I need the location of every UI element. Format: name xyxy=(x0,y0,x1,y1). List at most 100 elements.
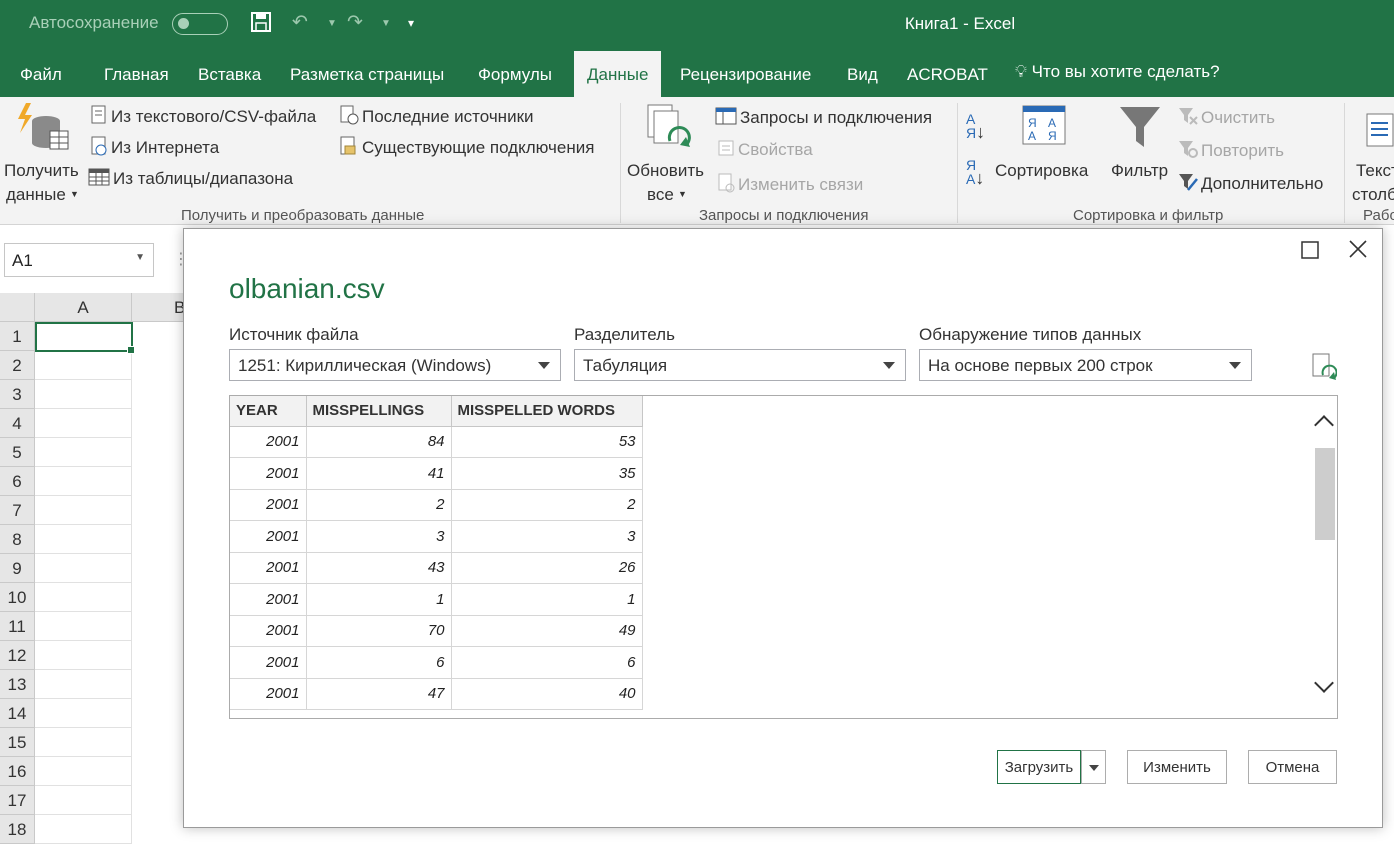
sheet-cell[interactable] xyxy=(35,409,132,438)
queries-connections-button[interactable]: Запросы и подключения xyxy=(715,106,932,131)
sheet-cell[interactable] xyxy=(35,699,132,728)
sheet-cell[interactable] xyxy=(35,583,132,612)
text-columns-label-1: Текст xyxy=(1356,161,1394,180)
refresh-all-button[interactable]: Обновить все ▼ xyxy=(626,103,712,204)
text-to-columns-button[interactable]: Текст столб xyxy=(1350,103,1394,203)
from-web-button[interactable]: Из Интернета xyxy=(90,136,219,161)
sheet-cell[interactable] xyxy=(35,496,132,525)
row-header[interactable]: 4 xyxy=(0,409,35,438)
row-header[interactable]: 13 xyxy=(0,670,35,699)
tab-page-layout[interactable]: Разметка страницы xyxy=(290,65,444,85)
row-header[interactable]: 6 xyxy=(0,467,35,496)
name-box[interactable]: A1 ▼ xyxy=(4,243,154,277)
row-header[interactable]: 2 xyxy=(0,351,35,380)
row-header[interactable]: 10 xyxy=(0,583,35,612)
row-header[interactable]: 5 xyxy=(0,438,35,467)
autosave-label: Автосохранение xyxy=(29,13,159,32)
maximize-icon[interactable] xyxy=(1301,238,1319,266)
table-cell: 6 xyxy=(451,646,643,679)
row-header[interactable]: 11 xyxy=(0,612,35,641)
edit-links-button[interactable]: Изменить связи xyxy=(717,173,863,198)
table-cell: 2001 xyxy=(230,646,307,679)
redo-icon[interactable]: ↷ xyxy=(347,11,363,34)
select-all-corner[interactable] xyxy=(0,293,35,322)
from-table-button[interactable]: Из таблицы/диапазона xyxy=(88,167,293,192)
tab-home[interactable]: Главная xyxy=(104,65,169,85)
sheet-cell[interactable] xyxy=(35,612,132,641)
scroll-down-icon[interactable] xyxy=(1314,673,1334,693)
tab-insert[interactable]: Вставка xyxy=(198,65,261,85)
sheet-cell[interactable] xyxy=(35,351,132,380)
row-header[interactable]: 17 xyxy=(0,786,35,815)
row-header[interactable]: 15 xyxy=(0,728,35,757)
sheet-cell[interactable] xyxy=(35,467,132,496)
close-icon[interactable] xyxy=(1348,238,1368,266)
row-header[interactable]: 14 xyxy=(0,699,35,728)
row-header[interactable]: 12 xyxy=(0,641,35,670)
existing-connections-button[interactable]: Существующие подключения xyxy=(339,136,594,161)
row-header[interactable]: 16 xyxy=(0,757,35,786)
edit-button[interactable]: Изменить xyxy=(1127,750,1227,784)
advanced-filter-button[interactable]: Дополнительно xyxy=(1178,173,1323,196)
vertical-scrollbar[interactable] xyxy=(1311,396,1337,718)
row-header[interactable]: 7 xyxy=(0,496,35,525)
sheet-cell[interactable] xyxy=(35,728,132,757)
sheet-cell[interactable] xyxy=(35,786,132,815)
active-cell-a1[interactable] xyxy=(35,322,135,354)
tab-view[interactable]: Вид xyxy=(847,65,878,85)
tab-formulas[interactable]: Формулы xyxy=(478,65,552,85)
undo-icon[interactable]: ↶ xyxy=(292,11,308,34)
recent-sources-button[interactable]: Последние источники xyxy=(339,105,534,130)
sort-button[interactable]: ЯА АЯ Сортировка xyxy=(993,103,1093,183)
row-header[interactable]: 9 xyxy=(0,554,35,583)
sheet-cell[interactable] xyxy=(35,641,132,670)
delimiter-select[interactable]: Табуляция xyxy=(574,349,906,381)
table-cell: 3 xyxy=(451,520,643,553)
sheet-cell[interactable] xyxy=(35,525,132,554)
sort-az-button[interactable]: А Я↓ xyxy=(966,112,985,141)
row-header[interactable]: 3 xyxy=(0,380,35,409)
load-dropdown-button[interactable] xyxy=(1081,750,1106,784)
redo-dropdown-icon[interactable]: ▼ xyxy=(381,18,391,29)
clear-filter-button[interactable]: Очистить xyxy=(1178,107,1275,130)
detect-types-select[interactable]: На основе первых 200 строк xyxy=(919,349,1252,381)
name-box-dropdown-icon[interactable]: ▼ xyxy=(135,252,145,263)
filter-button[interactable]: Фильтр xyxy=(1108,103,1174,183)
undo-dropdown-icon[interactable]: ▼ xyxy=(327,18,337,29)
properties-button[interactable]: Свойства xyxy=(717,139,813,162)
from-text-button[interactable]: Из текстового/CSV-файла xyxy=(90,105,316,130)
sort-za-button[interactable]: Я А↓ xyxy=(966,158,984,187)
load-button[interactable]: Загрузить xyxy=(997,750,1081,784)
cancel-button[interactable]: Отмена xyxy=(1248,750,1337,784)
column-header-misspelled-words: MISSPELLED WORDS xyxy=(451,396,643,427)
sheet-cell[interactable] xyxy=(35,438,132,467)
customize-toolbar-icon[interactable]: ▾ xyxy=(408,16,414,30)
tell-me-box[interactable]: 💡︎ Что вы хотите сделать? xyxy=(1015,62,1220,82)
reapply-label: Повторить xyxy=(1201,140,1284,160)
web-icon xyxy=(90,136,108,161)
sheet-cell[interactable] xyxy=(35,554,132,583)
clear-filter-icon xyxy=(1178,107,1198,130)
save-icon[interactable] xyxy=(250,11,272,39)
row-header[interactable]: 18 xyxy=(0,815,35,844)
refresh-preview-icon[interactable] xyxy=(1311,353,1337,381)
ribbon-separator xyxy=(620,103,621,223)
row-header[interactable]: 1 xyxy=(0,322,35,351)
sheet-cell[interactable] xyxy=(35,815,132,844)
autosave-toggle[interactable] xyxy=(172,13,228,35)
row-header[interactable]: 8 xyxy=(0,525,35,554)
tab-data[interactable]: Данные xyxy=(574,51,662,97)
column-header-a[interactable]: A xyxy=(35,293,132,322)
sheet-cell[interactable] xyxy=(35,670,132,699)
tab-review[interactable]: Рецензирование xyxy=(680,65,811,85)
tab-file[interactable]: Файл xyxy=(20,65,62,85)
sheet-cell[interactable] xyxy=(35,380,132,409)
reapply-button[interactable]: Повторить xyxy=(1178,140,1284,163)
table-cell: 2 xyxy=(451,489,643,521)
get-data-button[interactable]: Получить данные ▼ xyxy=(4,103,84,204)
sheet-cell[interactable] xyxy=(35,757,132,786)
scroll-thumb[interactable] xyxy=(1315,448,1335,540)
scroll-up-icon[interactable] xyxy=(1314,415,1334,435)
file-origin-select[interactable]: 1251: Кириллическая (Windows) xyxy=(229,349,561,381)
tab-acrobat[interactable]: ACROBAT xyxy=(907,65,988,85)
